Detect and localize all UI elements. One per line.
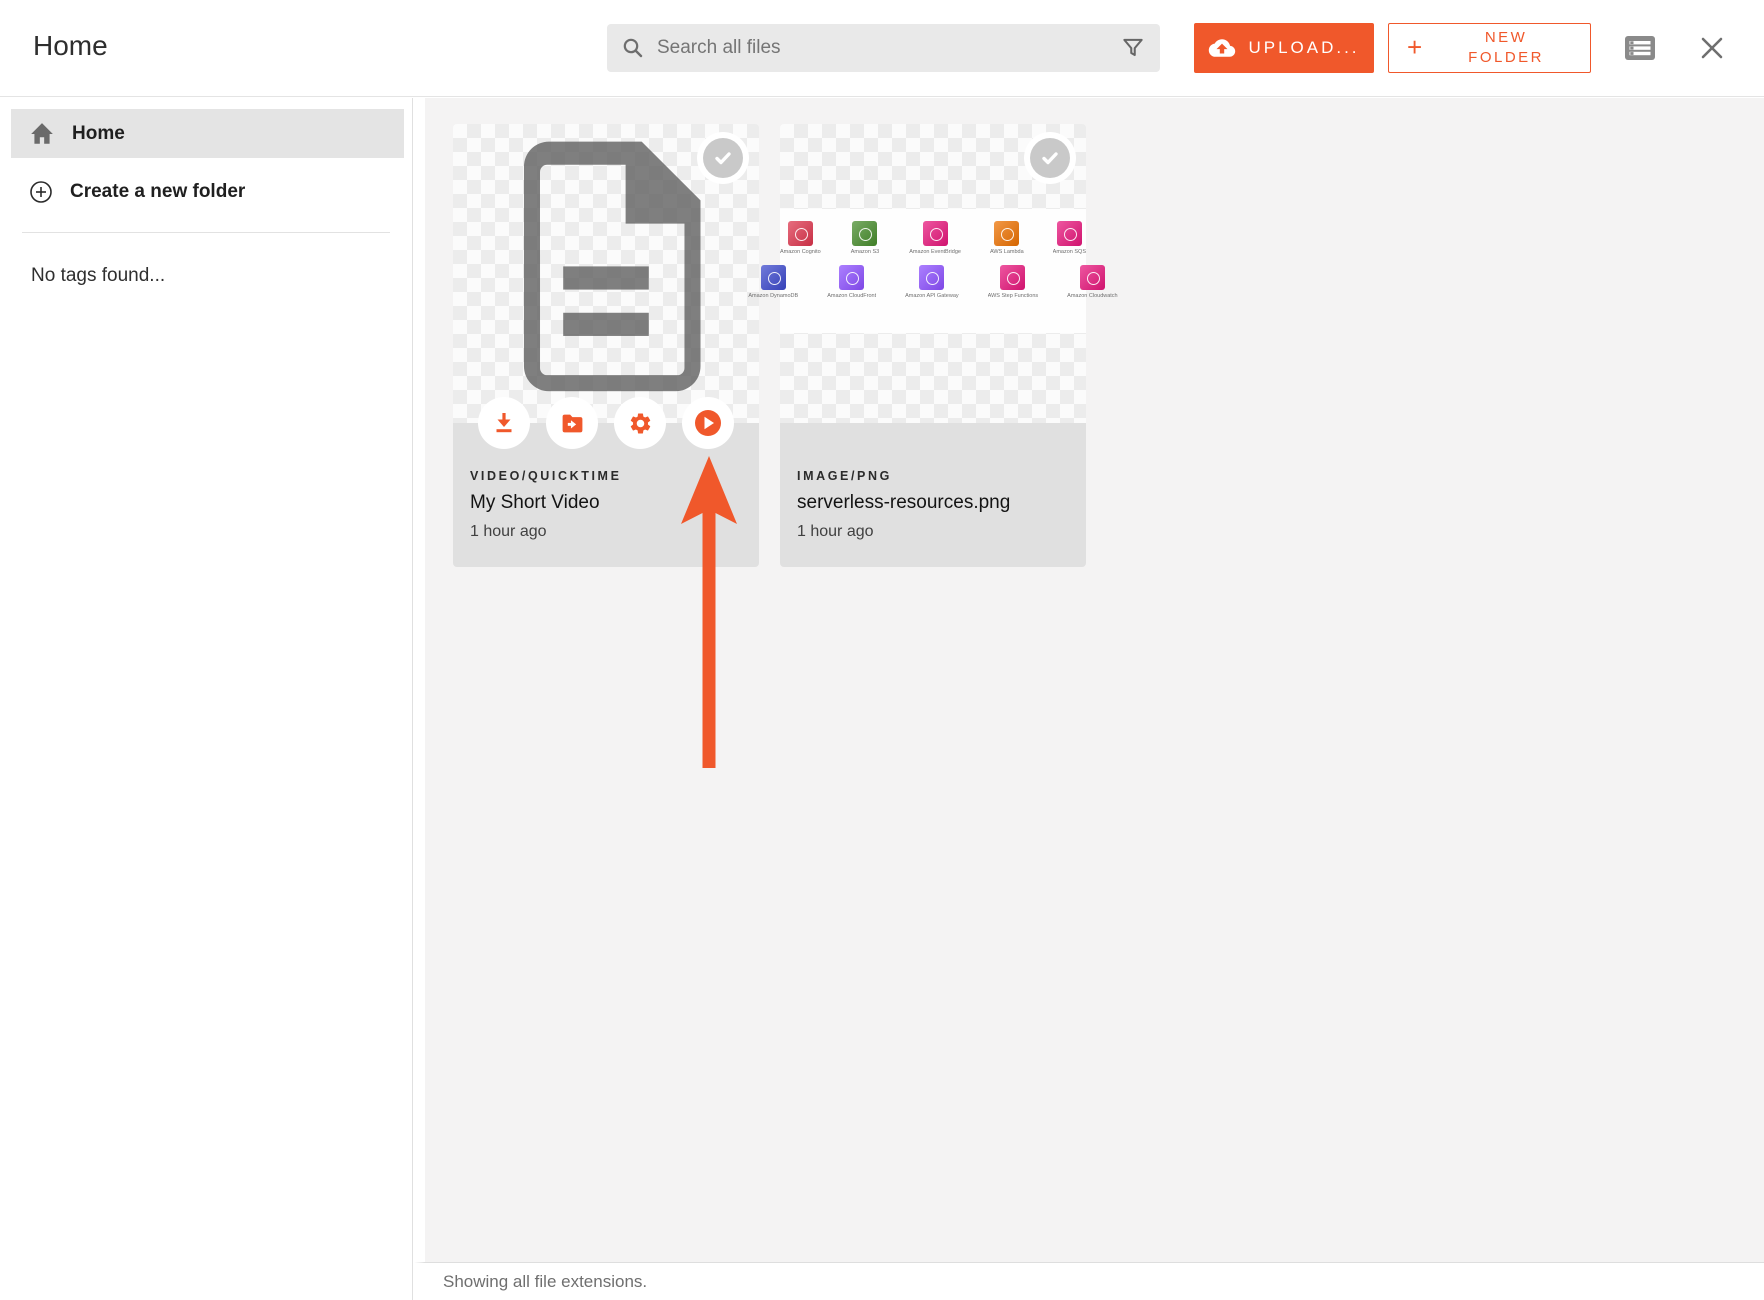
check-icon — [1030, 138, 1070, 178]
new-folder-button[interactable]: + NEW FOLDER — [1388, 23, 1591, 73]
move-to-folder-button[interactable] — [546, 397, 598, 449]
file-card-video[interactable]: VIDEO/QUICKTIME My Short Video 1 hour ag… — [453, 124, 759, 567]
file-card-image[interactable]: Amazon Cognito Amazon S3 Amazon EventBri… — [780, 124, 1086, 567]
play-icon — [693, 408, 723, 438]
aws-service-icon: Amazon API Gateway — [905, 265, 959, 299]
home-icon — [29, 122, 55, 146]
aws-service-icon: Amazon Cognito — [780, 221, 821, 255]
add-to-folder-icon — [560, 412, 585, 434]
create-new-folder-button[interactable]: Create a new folder — [11, 166, 404, 218]
file-type-label: VIDEO/QUICKTIME — [470, 469, 742, 483]
status-bar: Showing all file extensions. — [414, 1262, 1764, 1300]
select-file-checkbox[interactable] — [1024, 132, 1076, 184]
file-actions — [478, 397, 734, 449]
settings-button[interactable] — [614, 397, 666, 449]
aws-service-icon: Amazon CloudFront — [827, 265, 876, 299]
generic-file-icon — [499, 141, 713, 396]
header: Home UPLOAD... + NEW FOLDER — [0, 0, 1764, 97]
video-thumbnail[interactable] — [453, 124, 759, 423]
aws-service-icon: AWS Step Functions — [988, 265, 1039, 299]
upload-label: UPLOAD... — [1248, 38, 1359, 58]
close-icon — [1697, 33, 1727, 63]
list-view-icon — [1624, 34, 1656, 62]
settings-gear-icon — [628, 411, 653, 436]
new-folder-label: NEW FOLDER — [1432, 28, 1580, 69]
aws-service-icon: Amazon EventBridge — [909, 221, 961, 255]
search-icon — [621, 36, 645, 60]
file-name: My Short Video — [470, 492, 742, 514]
play-button[interactable] — [682, 397, 734, 449]
status-text: Showing all file extensions. — [443, 1272, 647, 1292]
list-view-toggle[interactable] — [1620, 28, 1660, 68]
check-icon — [703, 138, 743, 178]
file-modified: 1 hour ago — [470, 523, 742, 541]
image-preview: Amazon Cognito Amazon S3 Amazon EventBri… — [780, 209, 1086, 333]
download-button[interactable] — [478, 397, 530, 449]
aws-service-icon: Amazon Cloudwatch — [1067, 265, 1117, 299]
image-thumbnail[interactable]: Amazon Cognito Amazon S3 Amazon EventBri… — [780, 124, 1086, 423]
file-meta: IMAGE/PNG serverless-resources.png 1 hou… — [780, 423, 1086, 567]
cloud-upload-icon — [1208, 37, 1236, 59]
circled-plus-icon — [29, 180, 53, 204]
sidebar-divider — [22, 232, 390, 233]
file-grid: VIDEO/QUICKTIME My Short Video 1 hour ag… — [425, 98, 1764, 567]
file-grid-area: VIDEO/QUICKTIME My Short Video 1 hour ag… — [414, 98, 1764, 1262]
aws-service-icon: Amazon S3 — [850, 221, 881, 255]
file-type-label: IMAGE/PNG — [797, 469, 1069, 483]
upload-button[interactable]: UPLOAD... — [1194, 23, 1374, 73]
close-button[interactable] — [1692, 28, 1732, 68]
file-name: serverless-resources.png — [797, 492, 1069, 514]
sidebar-item-home[interactable]: Home — [11, 109, 404, 158]
file-browser-app: Home UPLOAD... + NEW FOLDER — [0, 0, 1764, 1300]
aws-icon-row: Amazon DynamoDB Amazon CloudFront Amazon… — [780, 265, 1086, 299]
aws-service-icon: Amazon DynamoDB — [748, 265, 798, 299]
plus-icon: + — [1407, 30, 1422, 65]
create-folder-label: Create a new folder — [70, 181, 245, 203]
search-bar[interactable] — [607, 24, 1160, 72]
page-title: Home — [33, 30, 108, 62]
aws-service-icon: AWS Lambda — [990, 221, 1024, 255]
aws-icon-row: Amazon Cognito Amazon S3 Amazon EventBri… — [780, 221, 1086, 255]
filter-icon[interactable] — [1120, 35, 1146, 61]
select-file-checkbox[interactable] — [697, 132, 749, 184]
search-input[interactable] — [657, 37, 1120, 59]
aws-service-icon: Amazon SQS — [1053, 221, 1086, 255]
no-tags-message: No tags found... — [31, 265, 412, 287]
download-icon — [492, 411, 516, 435]
file-modified: 1 hour ago — [797, 523, 1069, 541]
sidebar: Home Create a new folder No tags found..… — [0, 98, 413, 1300]
sidebar-home-label: Home — [72, 123, 125, 145]
